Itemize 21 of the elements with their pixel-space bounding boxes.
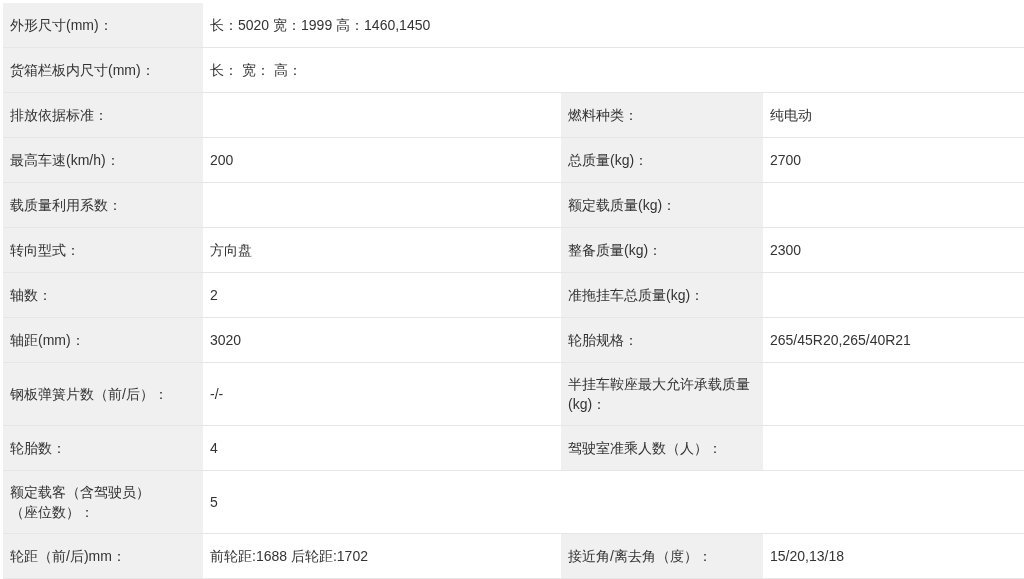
field-label: 整备质量(kg)： xyxy=(561,228,763,273)
field-label: 轮胎数： xyxy=(3,426,203,471)
field-label: 最高车速(km/h)： xyxy=(3,138,203,183)
field-label: 准拖挂车总质量(kg)： xyxy=(561,273,763,318)
field-label: 钢板弹簧片数（前/后）： xyxy=(3,363,203,426)
field-label: 驾驶室准乘人数（人）： xyxy=(561,426,763,471)
field-label: 接近角/离去角（度）： xyxy=(561,534,763,579)
field-label: 轴距(mm)： xyxy=(3,318,203,363)
field-label: 总质量(kg)： xyxy=(561,138,763,183)
field-label: 额定载质量(kg)： xyxy=(561,183,763,228)
field-label: 载质量利用系数： xyxy=(3,183,203,228)
field-label: 轴数： xyxy=(3,273,203,318)
field-label: 外形尺寸(mm)： xyxy=(3,3,203,48)
field-label: 轮距（前/后)mm： xyxy=(3,534,203,579)
field-label: 燃料种类： xyxy=(561,93,763,138)
field-label: 额定载客（含驾驶员）（座位数）： xyxy=(3,471,203,534)
field-label: 转向型式： xyxy=(3,228,203,273)
field-label: 排放依据标准： xyxy=(3,93,203,138)
field-label: 轮胎规格： xyxy=(561,318,763,363)
field-label: 货箱栏板内尺寸(mm)： xyxy=(3,48,203,93)
field-label: 半挂车鞍座最大允许承载质量(kg)： xyxy=(561,363,763,426)
